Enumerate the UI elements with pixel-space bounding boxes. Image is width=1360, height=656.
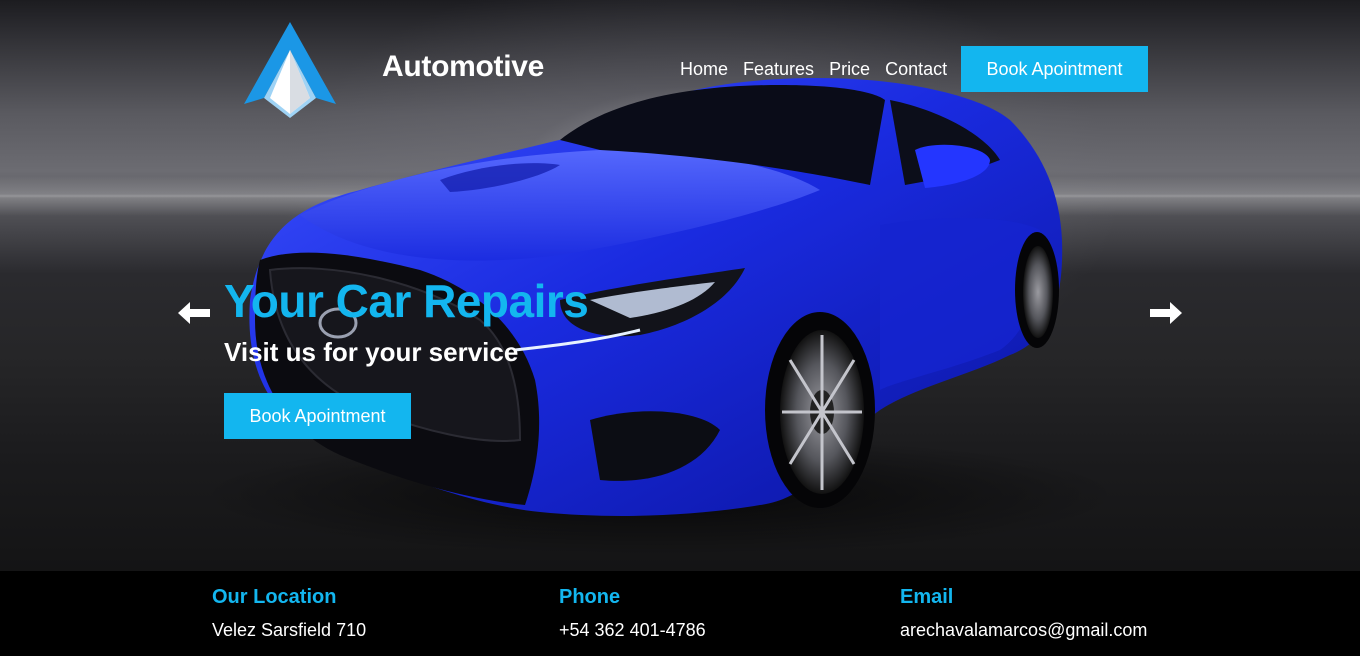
car-image [200, 78, 1120, 555]
nav-contact[interactable]: Contact [885, 58, 947, 80]
hero-title: Your Car Repairs [224, 275, 589, 327]
phone-label: Phone [559, 586, 621, 608]
nav-home[interactable]: Home [680, 58, 728, 80]
nav-price[interactable]: Price [829, 58, 870, 80]
brand-name[interactable]: Automotive [382, 50, 544, 84]
arrow-right-icon[interactable] [1146, 298, 1186, 328]
main-nav: Home Features Price Contact [680, 58, 962, 80]
book-appointment-header-button[interactable]: Book Apointment [961, 46, 1148, 92]
hero-banner: Automotive Home Features Price Contact B… [0, 0, 1360, 571]
info-email: Email arechavalamarcos@gmail.com [900, 585, 1147, 641]
location-value: Velez Sarsfield 710 [212, 620, 367, 640]
nav-features[interactable]: Features [743, 58, 814, 80]
email-label: Email [900, 586, 954, 608]
hero-subtitle: Visit us for your service [224, 337, 519, 367]
info-phone: Phone +54 362 401-4786 [559, 585, 706, 641]
logo-icon[interactable] [242, 20, 338, 118]
arrow-left-icon[interactable] [174, 298, 214, 328]
location-label: Our Location [212, 586, 337, 608]
book-appointment-hero-button[interactable]: Book Apointment [224, 393, 411, 439]
info-location: Our Location Velez Sarsfield 710 [212, 585, 366, 641]
email-value[interactable]: arechavalamarcos@gmail.com [900, 619, 1147, 641]
contact-info-bar: Our Location Velez Sarsfield 710 Phone +… [0, 571, 1360, 656]
phone-value[interactable]: +54 362 401-4786 [559, 619, 706, 641]
